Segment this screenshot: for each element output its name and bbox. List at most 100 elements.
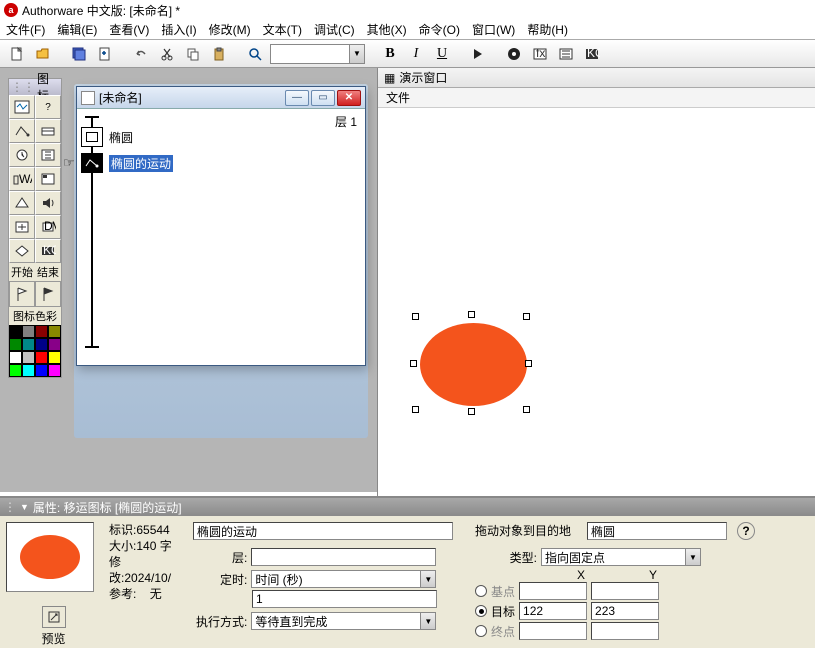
import-button[interactable] (94, 43, 116, 65)
menu-help[interactable]: 帮助(H) (527, 21, 568, 38)
selection-handle[interactable] (523, 406, 530, 413)
color-swatch[interactable] (9, 325, 22, 338)
end-x-input[interactable] (519, 622, 587, 640)
bold-button[interactable]: B (379, 43, 401, 65)
map-icon-tool[interactable] (9, 239, 35, 263)
erase-icon-tool[interactable] (35, 119, 61, 143)
menu-edit[interactable]: 编辑(E) (57, 21, 97, 38)
end-flag[interactable] (35, 281, 61, 307)
target-y-input[interactable] (591, 602, 659, 620)
calc-icon-tool[interactable] (9, 215, 35, 239)
display-icon-tool[interactable] (9, 95, 35, 119)
menu-insert[interactable]: 插入(I) (161, 21, 196, 38)
presentation-canvas[interactable] (378, 108, 815, 488)
start-flag[interactable] (9, 281, 35, 307)
color-swatch[interactable] (9, 351, 22, 364)
movie-icon-tool[interactable]: DVD (35, 215, 61, 239)
flowline-window[interactable]: [未命名] — ▭ ✕ 层 1 椭圆 ☞ 椭圆的运动 (76, 86, 366, 366)
icon-label-motion[interactable]: 椭圆的运动 (109, 155, 173, 172)
ellipse-object[interactable] (420, 323, 527, 406)
paste-button[interactable] (208, 43, 230, 65)
palette-title[interactable]: ⋮⋮图标 (9, 79, 61, 95)
flowline-body[interactable]: 层 1 椭圆 ☞ 椭圆的运动 (77, 109, 365, 365)
decision-icon-tool[interactable] (35, 167, 61, 191)
target-radio[interactable] (475, 605, 487, 617)
find-button[interactable] (244, 43, 266, 65)
underline-button[interactable]: U (431, 43, 453, 65)
control-panel-button[interactable] (503, 43, 525, 65)
icon-name-input[interactable] (193, 522, 453, 540)
minimize-button[interactable]: — (285, 90, 309, 106)
knowledge-button[interactable]: KO (581, 43, 603, 65)
timing-combo[interactable]: 时间 (秒)▼ (251, 570, 436, 588)
properties-titlebar[interactable]: ⋮ ▼ 属性: 移运图标 [椭圆的运动] (0, 498, 815, 516)
copy-button[interactable] (182, 43, 204, 65)
flowline-titlebar[interactable]: [未命名] — ▭ ✕ (77, 87, 365, 109)
endpoint-radio[interactable] (475, 625, 487, 637)
menu-text[interactable]: 文本(T) (263, 21, 302, 38)
color-swatch[interactable] (48, 364, 61, 377)
color-swatch[interactable] (35, 364, 48, 377)
color-swatch[interactable] (9, 364, 22, 377)
menu-file[interactable]: 文件(F) (6, 21, 45, 38)
selection-handle[interactable] (468, 408, 475, 415)
color-swatch[interactable] (22, 338, 35, 351)
color-swatch[interactable] (48, 338, 61, 351)
ko-icon-tool[interactable]: KO (35, 239, 61, 263)
base-y-input[interactable] (591, 582, 659, 600)
navigate-icon-tool[interactable] (35, 143, 61, 167)
target-x-input[interactable] (519, 602, 587, 620)
interaction-icon-tool[interactable] (9, 191, 35, 215)
selection-handle[interactable] (410, 360, 417, 367)
italic-button[interactable]: I (405, 43, 427, 65)
help-button[interactable]: ? (737, 522, 755, 540)
motion-icon-tool[interactable] (9, 119, 35, 143)
color-swatch[interactable] (22, 325, 35, 338)
selection-handle[interactable] (523, 313, 530, 320)
end-y-input[interactable] (591, 622, 659, 640)
font-combo[interactable]: ▼ (270, 44, 365, 64)
menu-modify[interactable]: 修改(M) (209, 21, 251, 38)
color-swatch[interactable] (35, 325, 48, 338)
variables-button[interactable] (555, 43, 577, 65)
color-swatch[interactable] (35, 351, 48, 364)
open-button[interactable] (32, 43, 54, 65)
selection-handle[interactable] (468, 311, 475, 318)
type-combo[interactable]: 指向固定点▼ (541, 548, 701, 566)
color-swatch[interactable] (22, 351, 35, 364)
basepoint-radio[interactable] (475, 585, 487, 597)
flow-icon-display[interactable]: 椭圆 (81, 127, 133, 147)
color-swatch[interactable] (9, 338, 22, 351)
object-input[interactable] (587, 522, 727, 540)
undo-button[interactable] (130, 43, 152, 65)
icon-label-ellipse[interactable]: 椭圆 (109, 129, 133, 146)
exec-combo[interactable]: 等待直到完成▼ (251, 612, 436, 630)
functions-button[interactable]: fx (529, 43, 551, 65)
layer-input[interactable] (251, 548, 436, 566)
close-button[interactable]: ✕ (337, 90, 361, 106)
color-swatch[interactable] (48, 351, 61, 364)
presentation-menu-file[interactable]: 文件 (386, 89, 410, 106)
cut-button[interactable] (156, 43, 178, 65)
framework-icon-tool[interactable]: WAIT (9, 167, 35, 191)
menu-debug[interactable]: 调试(C) (314, 21, 355, 38)
help-icon-tool[interactable]: ? (35, 95, 61, 119)
save-all-button[interactable] (68, 43, 90, 65)
new-button[interactable] (6, 43, 28, 65)
collapse-icon[interactable]: ▼ (20, 502, 29, 512)
color-swatch[interactable] (35, 338, 48, 351)
color-swatch[interactable] (48, 325, 61, 338)
maximize-button[interactable]: ▭ (311, 90, 335, 106)
base-x-input[interactable] (519, 582, 587, 600)
menu-other[interactable]: 其他(X) (367, 21, 407, 38)
selection-handle[interactable] (525, 360, 532, 367)
menu-view[interactable]: 查看(V) (109, 21, 149, 38)
selection-handle[interactable] (412, 406, 419, 413)
menu-window[interactable]: 窗口(W) (472, 21, 515, 38)
color-swatch[interactable] (22, 364, 35, 377)
timing-value-input[interactable] (252, 590, 437, 608)
menu-cmd[interactable]: 命令(O) (419, 21, 460, 38)
preview-button[interactable] (42, 606, 66, 628)
run-button[interactable] (467, 43, 489, 65)
presentation-titlebar[interactable]: ▦ 演示窗口 (378, 68, 815, 88)
